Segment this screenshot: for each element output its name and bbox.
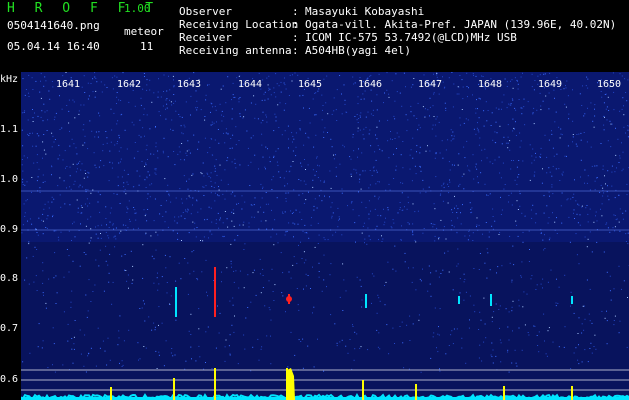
file-datetime: 05.04.14 16:40 xyxy=(7,40,100,53)
x-tick: 1649 xyxy=(538,79,563,90)
y-tick: 0.9 xyxy=(0,224,19,235)
info-value-observer: Masayuki Kobayashi xyxy=(305,5,425,18)
x-tick: 1641 xyxy=(56,79,81,90)
spectrogram-low-band xyxy=(21,242,629,400)
app-version: 1.00 xyxy=(124,2,151,15)
info-value-location: Ogata-vill. Akita-Pref. JAPAN (139.96E, … xyxy=(305,18,617,31)
spectrogram xyxy=(21,72,629,400)
x-tick: 1650 xyxy=(597,79,622,90)
x-tick: 1645 xyxy=(298,79,323,90)
info-key-location: Receiving Location xyxy=(179,18,299,31)
y-tick: 1.0 xyxy=(0,174,19,185)
file-name: 0504141640.png xyxy=(7,19,100,32)
info-key-antenna: Receiving antenna xyxy=(179,44,292,57)
y-tick: 0.7 xyxy=(0,323,19,334)
meteor-label: meteor xyxy=(124,25,164,38)
info-value-receiver: ICOM IC-575 53.7492(@LCD)MHz USB xyxy=(305,31,517,44)
info-key-receiver: Receiver xyxy=(179,31,232,44)
colon: : xyxy=(292,44,299,57)
colon: : xyxy=(292,5,299,18)
x-tick: 1646 xyxy=(358,79,383,90)
spectrogram-canvas xyxy=(21,72,629,400)
header-panel: H R O F F T 1.00 0504141640.png meteor 1… xyxy=(0,0,629,72)
x-tick: 1648 xyxy=(478,79,503,90)
y-tick: 0.8 xyxy=(0,273,19,284)
y-tick: 0.6 xyxy=(0,374,19,385)
y-unit-label: kHz xyxy=(0,74,19,85)
x-tick: 1643 xyxy=(177,79,202,90)
x-tick: 1647 xyxy=(418,79,443,90)
colon: : xyxy=(292,18,299,31)
x-tick: 1644 xyxy=(238,79,263,90)
info-key-observer: Observer xyxy=(179,5,232,18)
meteor-count: 11 xyxy=(140,40,154,53)
y-tick: 1.1 xyxy=(0,124,19,135)
meteor-head xyxy=(286,296,292,302)
colon: : xyxy=(292,31,299,44)
x-tick: 1642 xyxy=(117,79,142,90)
info-value-antenna: A504HB(yagi 4el) xyxy=(305,44,411,57)
